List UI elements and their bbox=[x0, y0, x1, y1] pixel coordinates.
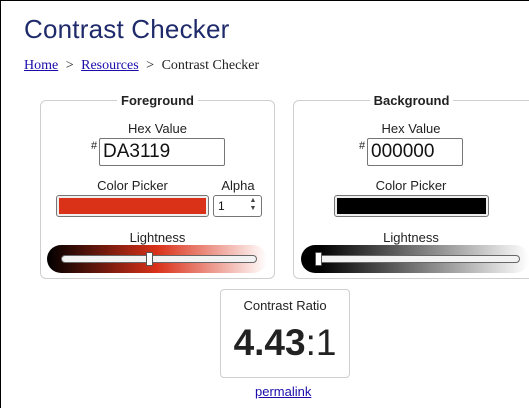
foreground-legend: Foreground bbox=[121, 93, 194, 108]
foreground-color-swatch bbox=[59, 198, 206, 214]
contrast-ratio-title: Contrast Ratio bbox=[243, 298, 327, 313]
background-lightness-slider[interactable] bbox=[315, 255, 520, 263]
background-lightness-label: Lightness bbox=[383, 230, 439, 245]
foreground-hash: # bbox=[91, 140, 98, 152]
contrast-ratio-card: Contrast Ratio 4.43:1 bbox=[220, 289, 350, 378]
foreground-alpha-label: Alpha bbox=[221, 178, 255, 193]
background-legend: Background bbox=[373, 93, 450, 108]
breadcrumb-resources-link[interactable]: Resources bbox=[81, 58, 139, 73]
breadcrumb-separator: > bbox=[146, 58, 155, 73]
background-color-picker[interactable] bbox=[334, 195, 489, 217]
permalink-link[interactable]: permalink bbox=[255, 384, 311, 399]
page-title: Contrast Checker bbox=[24, 14, 230, 44]
background-hex-input[interactable] bbox=[367, 138, 463, 166]
foreground-color-picker[interactable] bbox=[56, 195, 209, 217]
background-lightness-thumb[interactable] bbox=[315, 252, 322, 266]
background-hash: # bbox=[359, 140, 366, 152]
stepper-arrows-icon[interactable]: ▲ ▼ bbox=[248, 197, 258, 215]
breadcrumb: Home > Resources > Contrast Checker bbox=[24, 58, 259, 74]
breadcrumb-separator: > bbox=[65, 58, 74, 73]
foreground-hex-label: Hex Value bbox=[127, 121, 187, 136]
background-color-picker-label: Color Picker bbox=[375, 178, 447, 193]
foreground-alpha-input[interactable]: 1 ▲ ▼ bbox=[213, 195, 262, 217]
foreground-lightness-thumb[interactable] bbox=[146, 252, 154, 266]
contrast-ratio-value: 4.43:1 bbox=[221, 322, 349, 364]
foreground-color-picker-label: Color Picker bbox=[97, 178, 168, 193]
foreground-lightness-slider[interactable] bbox=[61, 255, 257, 263]
foreground-hex-input[interactable] bbox=[99, 138, 225, 166]
background-color-swatch bbox=[337, 198, 486, 214]
breadcrumb-home-link[interactable]: Home bbox=[24, 58, 58, 73]
breadcrumb-current: Contrast Checker bbox=[161, 58, 260, 73]
contrast-ratio-suffix: :1 bbox=[305, 322, 337, 363]
foreground-lightness-label: Lightness bbox=[129, 230, 186, 245]
contrast-ratio-number: 4.43 bbox=[233, 322, 306, 363]
foreground-alpha-value: 1 bbox=[218, 199, 225, 213]
background-hex-label: Hex Value bbox=[381, 121, 441, 136]
